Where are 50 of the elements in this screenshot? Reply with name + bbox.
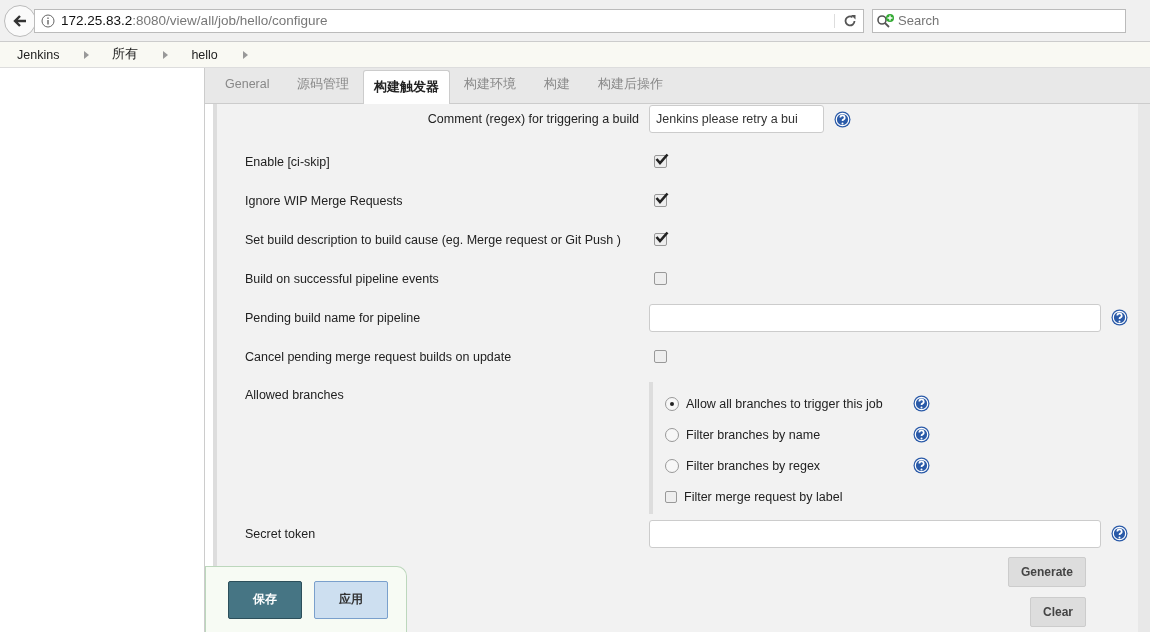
field-label: Ignore WIP Merge Requests (245, 193, 404, 208)
field-label: Enable [ci-skip] (245, 154, 331, 169)
field-label: Cancel pending merge request builds on update (245, 349, 513, 364)
chevron-icon (242, 50, 248, 59)
field-label: Allowed branches (245, 387, 345, 402)
checkbox[interactable] (654, 272, 667, 285)
section-tab[interactable]: 构建触发器 (363, 70, 451, 104)
text-field[interactable] (649, 519, 1101, 548)
text-field[interactable]: Jenkins please retry a bui (649, 105, 824, 133)
help-icon[interactable] (1111, 309, 1128, 326)
apply-button[interactable]: 应用 (314, 580, 388, 619)
help-icon[interactable] (913, 426, 930, 443)
option-label: Allow all branches to trigger this job (686, 396, 884, 411)
radio-button[interactable] (665, 458, 679, 473)
search-field[interactable]: Search (872, 8, 1126, 33)
chevron-icon (84, 50, 90, 59)
checkbox[interactable] (654, 194, 667, 207)
reload-icon[interactable] (834, 13, 857, 28)
help-icon[interactable] (1111, 525, 1128, 542)
checkbox[interactable] (665, 490, 677, 503)
field-label: Comment (regex) for triggering a build (426, 112, 640, 126)
breadcrumb-link[interactable]: 所有 (112, 46, 139, 63)
back-arrow-icon (12, 12, 28, 29)
help-icon[interactable] (913, 457, 930, 474)
help-icon[interactable] (834, 110, 851, 128)
action-button[interactable]: Generate (1007, 557, 1086, 587)
radio-button[interactable] (665, 396, 679, 411)
radio-button[interactable] (665, 427, 679, 442)
scrollbar[interactable] (1138, 104, 1150, 632)
field-label: Pending build name for pipeline (245, 310, 422, 325)
chevron-icon (163, 50, 169, 59)
option-label: Filter branches by regex (686, 458, 822, 473)
checkbox[interactable] (654, 350, 667, 363)
url-text: 172.25.83.2:8080/view/all/job/hello/configure (61, 13, 329, 28)
text-field[interactable] (649, 303, 1101, 332)
field-label: Build on successful pipeline events (245, 271, 440, 286)
help-icon[interactable] (913, 395, 930, 412)
save-button[interactable]: 保存 (228, 580, 302, 619)
checkbox[interactable] (654, 155, 667, 168)
back-button[interactable] (4, 4, 36, 37)
breadcrumb-link[interactable]: hello (191, 47, 218, 62)
address-field[interactable]: 172.25.83.2:8080/view/all/job/hello/configure (34, 8, 864, 33)
checkbox[interactable] (654, 233, 667, 246)
info-icon (41, 13, 55, 28)
option-label: Filter branches by name (686, 427, 822, 442)
option-label: Filter merge request by label (684, 489, 844, 504)
field-label: Set build description to build cause (eg. Merge request or Git Push ) (245, 232, 622, 247)
field-label: Secret token (245, 526, 317, 541)
action-button[interactable]: Clear (1029, 597, 1086, 627)
breadcrumb-link[interactable]: Jenkins (17, 47, 60, 62)
